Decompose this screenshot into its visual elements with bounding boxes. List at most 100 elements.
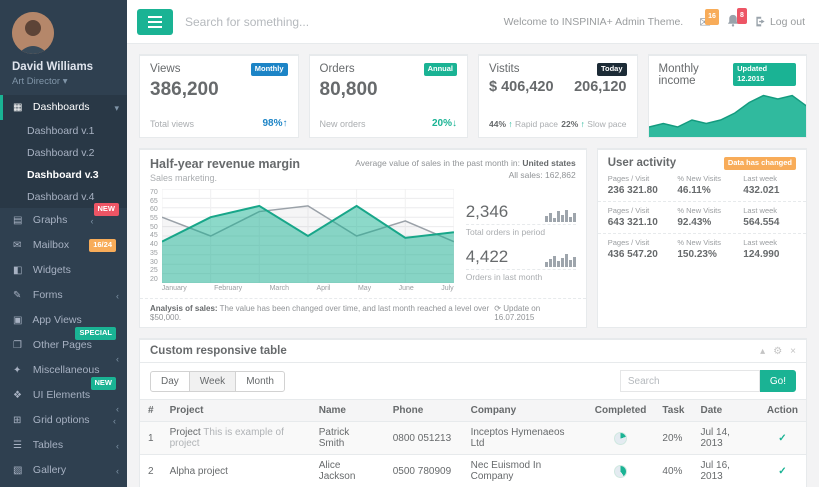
table-search-input[interactable] [620, 370, 760, 392]
activity-row: Pages / Visit% New VisitsLast week 436 5… [598, 234, 806, 265]
avatar[interactable] [12, 12, 54, 54]
go-button[interactable]: Go! [760, 370, 796, 392]
close-icon[interactable]: × [790, 346, 796, 357]
menu-toggle-button[interactable] [137, 9, 173, 35]
range-button-group: Day Week Month [150, 371, 285, 392]
welcome-text: Welcome to INSPINIA+ Admin Theme. [504, 16, 684, 28]
revenue-average-text: Average value of sales in the past month… [355, 157, 576, 183]
sidebar-item-tables[interactable]: ☰ Tables ‹ [0, 433, 127, 458]
orders-panel: Orders Annual 80,800 New orders 20%↓ [309, 54, 469, 138]
visits-title: Vistits [489, 63, 519, 75]
app-views-icon: ▣ [13, 315, 27, 327]
revenue-subtitle: Sales marketing. [150, 173, 300, 183]
chevron-down-icon: ▾ [114, 102, 119, 114]
y-axis-labels: 7065605550454035302520 [150, 189, 162, 283]
notifications-button[interactable]: 8 [727, 14, 739, 29]
graphs-icon: ▤ [13, 215, 27, 227]
table-row[interactable]: 1 Project This is example of project Pat… [140, 422, 806, 455]
last-month-label: Orders in last month [466, 272, 576, 282]
last-month-value: 4,422 [466, 247, 509, 267]
views-panel: Views Monthly 386,200 Total views 98%↑ [139, 54, 299, 138]
x-axis-labels: JanuaryFebruaryMarchAprilMayJuneJuly [162, 285, 454, 292]
other-pages-icon: ❐ [13, 340, 27, 352]
dashboard-icon: ▦ [13, 102, 27, 114]
orders-sparkline [544, 204, 576, 222]
total-orders-value: 2,346 [466, 202, 509, 222]
table-row[interactable]: 2 Alpha project Alice Jackson 0500 78090… [140, 455, 806, 487]
analysis-text: Analysis of sales: The value has been ch… [150, 304, 494, 322]
monthly-income-panel: Monthly income Updated 12.2015 [648, 54, 808, 138]
avatar-image [12, 12, 54, 54]
sidebar: David Williams Art Director ▾ ▦ Dashboar… [0, 0, 127, 487]
settings-icon[interactable]: ⚙ [773, 346, 782, 357]
widgets-icon: ◧ [13, 265, 27, 277]
sidebar-item-graphs[interactable]: ▤ Graphs ‹ [0, 208, 127, 233]
visits-panel: Vistits Today $ 406,420 206,120 44% ↑ Ra… [478, 54, 638, 138]
monthly-badge: Monthly [251, 63, 288, 76]
completed-progress [614, 432, 627, 445]
sign-out-icon [755, 16, 766, 27]
revenue-title: Half-year revenue margin [150, 157, 300, 171]
table-title: Custom responsive table [150, 345, 287, 357]
sidebar-item-dashboard-v3[interactable]: Dashboard v.3 [0, 164, 127, 186]
tables-icon: ☰ [13, 440, 27, 452]
ui-elements-icon: ❖ [13, 390, 27, 402]
chevron-left-icon: ‹ [116, 290, 119, 302]
total-orders-stat: 2,346 Total orders in period [466, 202, 576, 237]
projects-table: # Project Name Phone Company Completed T… [140, 399, 806, 487]
messages-button[interactable]: ✉ 16 [699, 15, 711, 29]
content: Views Monthly 386,200 Total views 98%↑ O… [127, 44, 819, 487]
annual-badge: Annual [424, 63, 457, 76]
sidebar-item-app-views[interactable]: ▣ App Views SPECIAL [0, 308, 127, 333]
visits-value-1: $ 406,420 [489, 79, 554, 95]
orders-delta: 20%↓ [432, 118, 457, 129]
updated-badge: Updated 12.2015 [733, 63, 796, 86]
chevron-left-icon: ‹ [116, 465, 119, 477]
last-month-stat: 4,422 Orders in last month [466, 247, 576, 282]
views-title: Views [150, 63, 180, 75]
user-name: David Williams [12, 61, 115, 73]
user-role[interactable]: Art Director ▾ [12, 76, 115, 87]
search-input[interactable] [185, 15, 445, 29]
activity-row: Pages / Visit% New VisitsLast week 236 3… [598, 170, 806, 202]
week-button[interactable]: Week [189, 371, 236, 392]
orders-label: New orders [320, 119, 366, 129]
logout-button[interactable]: Log out [755, 16, 805, 28]
app: David Williams Art Director ▾ ▦ Dashboar… [0, 0, 819, 487]
sidebar-item-dashboards[interactable]: ▦ Dashboards ▾ [0, 95, 127, 120]
sidebar-item-other-pages[interactable]: ❐ Other Pages ‹ [0, 333, 127, 358]
sidebar-item-widgets[interactable]: ◧ Widgets [0, 258, 127, 283]
sidebar-item-dashboard-v4[interactable]: Dashboard v.4 NEW [0, 186, 127, 208]
grid-options-icon: ⊞ [13, 415, 27, 427]
profile: David Williams Art Director ▾ [0, 0, 127, 95]
day-button[interactable]: Day [150, 371, 190, 392]
sidebar-item-dashboard-v1[interactable]: Dashboard v.1 [0, 120, 127, 142]
orders-value: 80,800 [310, 76, 468, 101]
arrow-up-icon: ↑ [581, 119, 585, 129]
arrow-up-icon: ↑ [283, 118, 288, 129]
activity-row: Pages / Visit% New VisitsLast week 643 3… [598, 202, 806, 234]
chevron-left-icon: ‹ [116, 440, 119, 452]
sidebar-item-grid-options[interactable]: ⊞ Grid options ‹ [0, 408, 127, 433]
arrow-up-icon: ↑ [508, 119, 512, 129]
update-text: ⟳ Update on 16.07.2015 [494, 304, 575, 322]
visits-value-2: 206,120 [574, 79, 626, 95]
sidebar-item-miscellaneous[interactable]: ✦ Miscellaneous NEW [0, 358, 127, 383]
mailbox-icon: ✉ [13, 240, 27, 252]
check-icon[interactable]: ✓ [759, 455, 806, 487]
arrow-down-icon: ↓ [452, 118, 457, 129]
sidebar-item-dashboard-v2[interactable]: Dashboard v.2 [0, 142, 127, 164]
sidebar-item-forms[interactable]: ✎ Forms ‹ [0, 283, 127, 308]
table-header-row: # Project Name Phone Company Completed T… [140, 400, 806, 422]
sidebar-item-mailbox[interactable]: ✉ Mailbox 16/24 [0, 233, 127, 258]
sidebar-item-ui-elements[interactable]: ❖ UI Elements ‹ [0, 383, 127, 408]
income-title: Monthly income [659, 63, 734, 87]
main: Welcome to INSPINIA+ Admin Theme. ✉ 16 8 [127, 0, 819, 487]
revenue-chart [162, 189, 454, 283]
collapse-icon[interactable]: ▴ [760, 346, 765, 357]
data-changed-badge: Data has changed [724, 157, 796, 170]
total-orders-label: Total orders in period [466, 227, 576, 237]
month-button[interactable]: Month [235, 371, 285, 392]
check-icon[interactable]: ✓ [759, 422, 806, 455]
sidebar-item-gallery[interactable]: ▧ Gallery ‹ [0, 458, 127, 483]
